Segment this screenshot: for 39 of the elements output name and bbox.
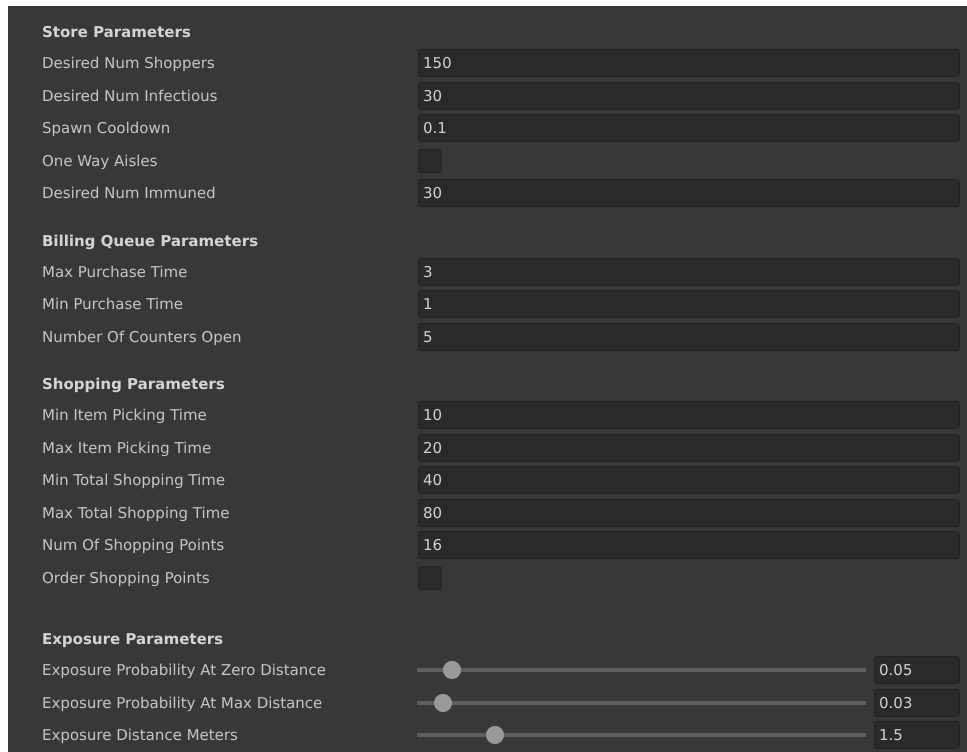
number-field[interactable]: 40 bbox=[418, 466, 960, 494]
field-label: Spawn Cooldown bbox=[42, 118, 172, 139]
section-heading: Exposure Parameters bbox=[42, 629, 224, 650]
field-label: Desired Num Shoppers bbox=[42, 53, 216, 74]
number-field[interactable]: 20 bbox=[418, 434, 960, 462]
slider-handle[interactable] bbox=[486, 726, 504, 744]
field-label: Min Purchase Time bbox=[42, 294, 184, 315]
number-field[interactable]: 30 bbox=[418, 82, 960, 110]
number-field[interactable]: 1.5 bbox=[874, 721, 960, 750]
field-label: Order Shopping Points bbox=[42, 568, 211, 588]
field-label: Number Of Counters Open bbox=[42, 326, 242, 348]
number-field[interactable]: 0.05 bbox=[874, 656, 960, 684]
field-label: Num Of Shopping Points bbox=[42, 535, 226, 556]
number-field[interactable]: 150 bbox=[418, 49, 960, 78]
section-heading: Billing Queue Parameters bbox=[42, 230, 260, 252]
field-label: Min Total Shopping Time bbox=[42, 470, 226, 491]
number-field[interactable]: 10 bbox=[418, 401, 960, 430]
field-label: One Way Aisles bbox=[42, 150, 158, 172]
number-field[interactable]: 1 bbox=[418, 290, 960, 318]
field-label: Exposure Probability At Zero Distance bbox=[42, 660, 327, 681]
field-label: Max Item Picking Time bbox=[42, 438, 212, 458]
section-heading: Shopping Parameters bbox=[42, 374, 226, 395]
field-label: Max Purchase Time bbox=[42, 262, 188, 282]
field-label: Desired Num Immuned bbox=[42, 183, 217, 204]
slider-handle[interactable] bbox=[434, 694, 452, 712]
number-field[interactable]: 0.03 bbox=[874, 688, 960, 717]
field-label: Min Item Picking Time bbox=[42, 405, 208, 426]
field-label: Exposure Probability At Max Distance bbox=[42, 692, 324, 714]
number-field[interactable]: 0.1 bbox=[418, 114, 960, 142]
slider-handle[interactable] bbox=[442, 661, 461, 680]
field-label: Exposure Distance Meters bbox=[42, 725, 239, 746]
number-field[interactable]: 80 bbox=[418, 498, 960, 527]
field-label: Max Total Shopping Time bbox=[42, 502, 230, 524]
field-label: Desired Num Infectious bbox=[42, 86, 218, 106]
number-field[interactable]: 30 bbox=[418, 179, 960, 208]
number-field[interactable]: 3 bbox=[418, 258, 960, 286]
section-heading: Store Parameters bbox=[42, 22, 192, 43]
number-field[interactable]: 16 bbox=[418, 531, 960, 560]
number-field[interactable]: 5 bbox=[418, 322, 960, 351]
